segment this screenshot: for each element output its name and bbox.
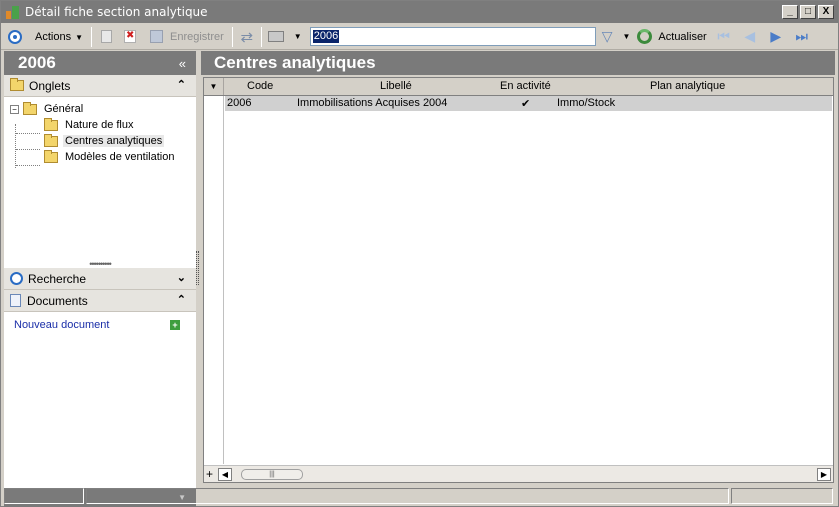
filter-icon[interactable]: ▽ <box>602 28 613 45</box>
add-document-icon[interactable]: + <box>170 320 180 330</box>
save-icon[interactable] <box>146 27 166 47</box>
grid-title: Centres analytiques <box>201 51 835 75</box>
delete-icon[interactable] <box>120 27 140 47</box>
recherche-section-header[interactable]: Recherche ⌄ <box>4 268 196 290</box>
open-folder-icon <box>44 133 58 147</box>
last-record-icon[interactable]: ⏭ <box>789 28 815 45</box>
tree-label: Modèles de ventilation <box>65 151 175 163</box>
tabs-tree: − Général Nature de flux Centres analyti… <box>4 97 196 260</box>
app-logo-icon <box>5 4 21 20</box>
scrollbar-thumb[interactable]: ||| <box>241 469 303 480</box>
check-icon: ✔ <box>521 98 531 110</box>
maximize-button[interactable]: □ <box>800 5 816 19</box>
app-window: Détail fiche section analytique _ □ X Ac… <box>0 0 839 507</box>
resize-grip[interactable]: •••••••••• <box>4 260 196 269</box>
tree-node-nature-de-flux[interactable]: Nature de flux <box>4 117 196 133</box>
chevron-down-icon: ▼ <box>75 32 83 42</box>
add-row-icon[interactable]: + <box>206 467 213 481</box>
print-icon[interactable] <box>266 27 286 47</box>
folder-icon <box>10 78 24 91</box>
status-cell <box>4 488 84 504</box>
scroll-right-icon[interactable]: ▶ <box>817 468 831 481</box>
tree-connector <box>16 165 40 166</box>
first-record-icon[interactable]: ⏮ <box>711 28 737 45</box>
tree-label: Général <box>44 103 84 115</box>
left-panel: 2006 « Onglets ⌃ − Général Nature de flu… <box>4 51 196 507</box>
toolbar-divider <box>91 26 92 47</box>
folder-icon <box>23 101 37 115</box>
tree-label: Centres analytiques <box>63 135 165 147</box>
tree-node-modeles-de-ventilation[interactable]: Modèles de ventilation <box>4 149 196 165</box>
toolbar: Actions▼ Enregistrer ⇄ ▼ 2006 ▽ ▼ Actual… <box>1 24 838 50</box>
scroll-left-icon[interactable]: ◀ <box>218 468 232 481</box>
title-bar: Détail fiche section analytique _ □ X <box>1 1 838 23</box>
search-input[interactable]: 2006 <box>309 27 596 46</box>
filter-dropdown-icon[interactable]: ▼ <box>623 32 631 41</box>
refresh-button[interactable]: Actualiser <box>654 31 710 43</box>
collapse-node-icon[interactable]: − <box>10 104 19 114</box>
chevron-up-icon[interactable]: ⌃ <box>177 293 186 306</box>
column-chooser-icon[interactable]: ▼ <box>204 78 224 95</box>
new-document-icon[interactable] <box>96 27 116 47</box>
grid-header: ▼ Code Libellé En activité Plan analytiq… <box>204 78 833 96</box>
save-button[interactable]: Enregistrer <box>166 31 228 43</box>
documents-section-header[interactable]: Documents ⌃ <box>4 290 196 312</box>
onglets-section-header[interactable]: Onglets ⌃ <box>4 75 196 97</box>
table-row[interactable]: 2006 Immobilisations Acquises 2004 ✔ Imm… <box>225 96 832 111</box>
search-circle-icon <box>10 272 23 285</box>
column-header-en-activite[interactable]: En activité <box>500 80 551 92</box>
status-bar <box>1 486 838 506</box>
collapse-panel-icon[interactable]: « <box>179 56 186 71</box>
record-title: 2006 <box>18 53 56 72</box>
recherche-label: Recherche <box>28 271 87 286</box>
toolbar-divider <box>231 26 233 47</box>
row-indicator-gutter <box>204 96 224 464</box>
actions-circle-icon[interactable] <box>5 27 25 47</box>
onglets-label: Onglets <box>29 78 71 93</box>
new-document-link[interactable]: Nouveau document <box>14 319 109 331</box>
cell-libelle: Immobilisations Acquises 2004 <box>297 97 448 109</box>
column-header-libelle[interactable]: Libellé <box>380 80 412 92</box>
cell-code: 2006 <box>227 97 252 109</box>
sync-icon[interactable]: ⇄ <box>237 27 257 47</box>
chevron-down-icon[interactable]: ⌄ <box>177 271 186 284</box>
column-header-code[interactable]: Code <box>247 80 273 92</box>
tree-label: Nature de flux <box>65 119 134 131</box>
column-header-plan-analytique[interactable]: Plan analytique <box>650 80 725 92</box>
minimize-button[interactable]: _ <box>782 5 798 19</box>
panel-splitter[interactable] <box>196 251 199 285</box>
right-panel: Centres analytiques ▼ Code Libellé En ac… <box>201 51 835 483</box>
status-cell <box>86 488 729 504</box>
refresh-icon[interactable] <box>634 27 654 47</box>
folder-icon <box>44 149 58 163</box>
previous-record-icon[interactable]: ◀ <box>737 28 763 45</box>
chevron-up-icon[interactable]: ⌃ <box>177 78 186 91</box>
left-panel-header: 2006 « <box>4 51 196 75</box>
search-value: 2006 <box>312 30 340 43</box>
data-grid: ▼ Code Libellé En activité Plan analytiq… <box>203 77 834 483</box>
cell-plan: Immo/Stock <box>557 97 616 109</box>
documents-label: Documents <box>27 293 88 308</box>
next-record-icon[interactable]: ▶ <box>763 28 789 45</box>
documents-area: Nouveau document + <box>4 312 196 488</box>
document-icon <box>10 294 21 307</box>
window-title: Détail fiche section analytique <box>25 5 208 19</box>
horizontal-scrollbar[interactable]: + ◀ ||| ▶ <box>204 465 833 482</box>
toolbar-divider <box>260 26 262 47</box>
close-button[interactable]: X <box>818 5 834 19</box>
tree-node-general[interactable]: − Général <box>4 101 196 117</box>
actions-menu-button[interactable]: Actions ▼ <box>31 31 87 43</box>
folder-icon <box>44 117 58 131</box>
tree-node-centres-analytiques[interactable]: Centres analytiques <box>4 133 196 149</box>
status-cell <box>731 488 833 504</box>
actions-label: Actions <box>35 30 72 43</box>
print-dropdown-icon[interactable]: ▼ <box>294 32 302 41</box>
